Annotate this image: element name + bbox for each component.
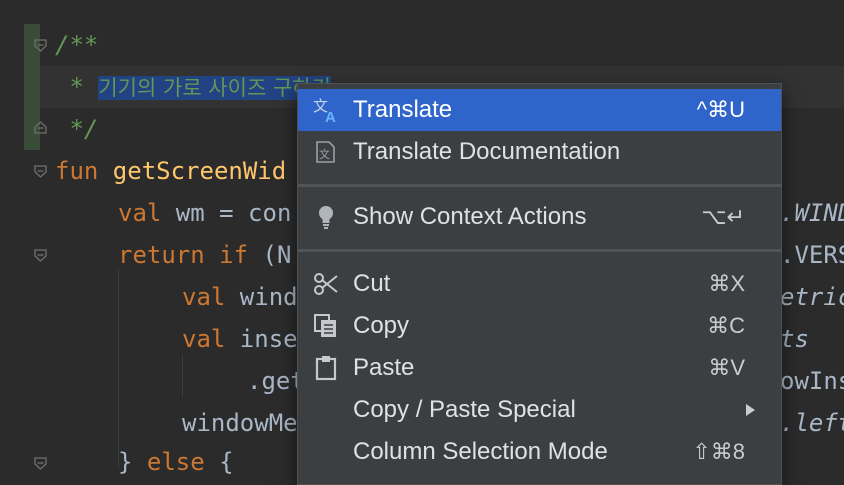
menu-item-shortcut: ⌘C	[707, 313, 745, 338]
code-line: windowMe	[182, 409, 298, 437]
code-line: val wm = con	[118, 199, 292, 227]
indent-guide	[182, 355, 183, 397]
menu-item-shortcut: ⇧⌘8	[692, 439, 745, 464]
menu-item-column-selection-mode[interactable]: Column Selection Mode ⇧⌘8	[298, 431, 781, 473]
fold-icon[interactable]	[34, 457, 47, 470]
menu-item-show-context-actions[interactable]: Show Context Actions ⌥↵	[298, 196, 781, 238]
menu-item-label: Paste	[353, 354, 415, 381]
code-line: /**	[55, 31, 99, 59]
translate-documentation-icon: 文	[312, 139, 340, 165]
paste-icon	[312, 355, 340, 381]
code-fragment: ts	[780, 325, 809, 353]
indent-guide	[118, 270, 119, 468]
menu-item-label: Show Context Actions	[353, 203, 587, 230]
menu-item-label: Copy / Paste Special	[353, 396, 576, 423]
menu-item-label: Column Selection Mode	[353, 438, 608, 465]
code-line: return if (N	[118, 241, 292, 269]
menu-item-label: Copy	[353, 312, 410, 339]
menu-item-label: Translate Documentation	[353, 138, 621, 165]
code-fragment: .VERS	[780, 241, 844, 269]
menu-item-shortcut: ⌘X	[708, 271, 745, 296]
menu-item-cut[interactable]: Cut ⌘X	[298, 263, 781, 305]
menu-item-copy-paste-special[interactable]: Copy / Paste Special	[298, 389, 781, 431]
menu-item-shortcut: ^⌘U	[696, 97, 745, 122]
code-line: val inse	[182, 325, 298, 353]
fold-icon[interactable]	[34, 165, 47, 178]
menu-item-shortcut: ⌘V	[708, 355, 745, 380]
menu-item-paste[interactable]: Paste ⌘V	[298, 347, 781, 389]
code-line: val wind	[182, 283, 298, 311]
code-line: */	[55, 115, 99, 143]
context-menu: 文 A Translate ^⌘U 文 Translate Documentat…	[297, 83, 782, 485]
code-fragment: .left	[780, 409, 844, 437]
fold-icon[interactable]	[34, 39, 47, 52]
lightbulb-icon	[312, 204, 340, 230]
fold-icon[interactable]	[34, 249, 47, 262]
menu-separator	[298, 184, 781, 187]
submenu-arrow-icon	[746, 404, 755, 416]
code-fragment: owIns	[780, 367, 844, 395]
code-line: } else {	[118, 448, 234, 476]
code-line: fun getScreenWid	[55, 157, 287, 185]
menu-item-shortcut: ⌥↵	[701, 204, 745, 229]
fold-end-icon[interactable]	[34, 121, 47, 134]
svg-text:文: 文	[319, 147, 330, 161]
menu-item-label: Cut	[353, 270, 391, 297]
menu-separator	[298, 249, 781, 252]
code-fragment: etric	[780, 283, 844, 311]
code-line: * 기기의 가로 사이즈 구하기	[55, 73, 331, 101]
translate-icon: 文 A	[312, 97, 340, 123]
menu-item-label: Translate	[353, 96, 453, 123]
svg-text:A: A	[325, 109, 336, 123]
copy-icon	[312, 313, 340, 339]
menu-item-copy[interactable]: Copy ⌘C	[298, 305, 781, 347]
scissors-icon	[312, 271, 340, 297]
menu-item-translate[interactable]: 文 A Translate ^⌘U	[298, 89, 781, 131]
menu-item-translate-documentation[interactable]: 文 Translate Documentation	[298, 131, 781, 173]
code-fragment: .WIND	[780, 199, 844, 227]
